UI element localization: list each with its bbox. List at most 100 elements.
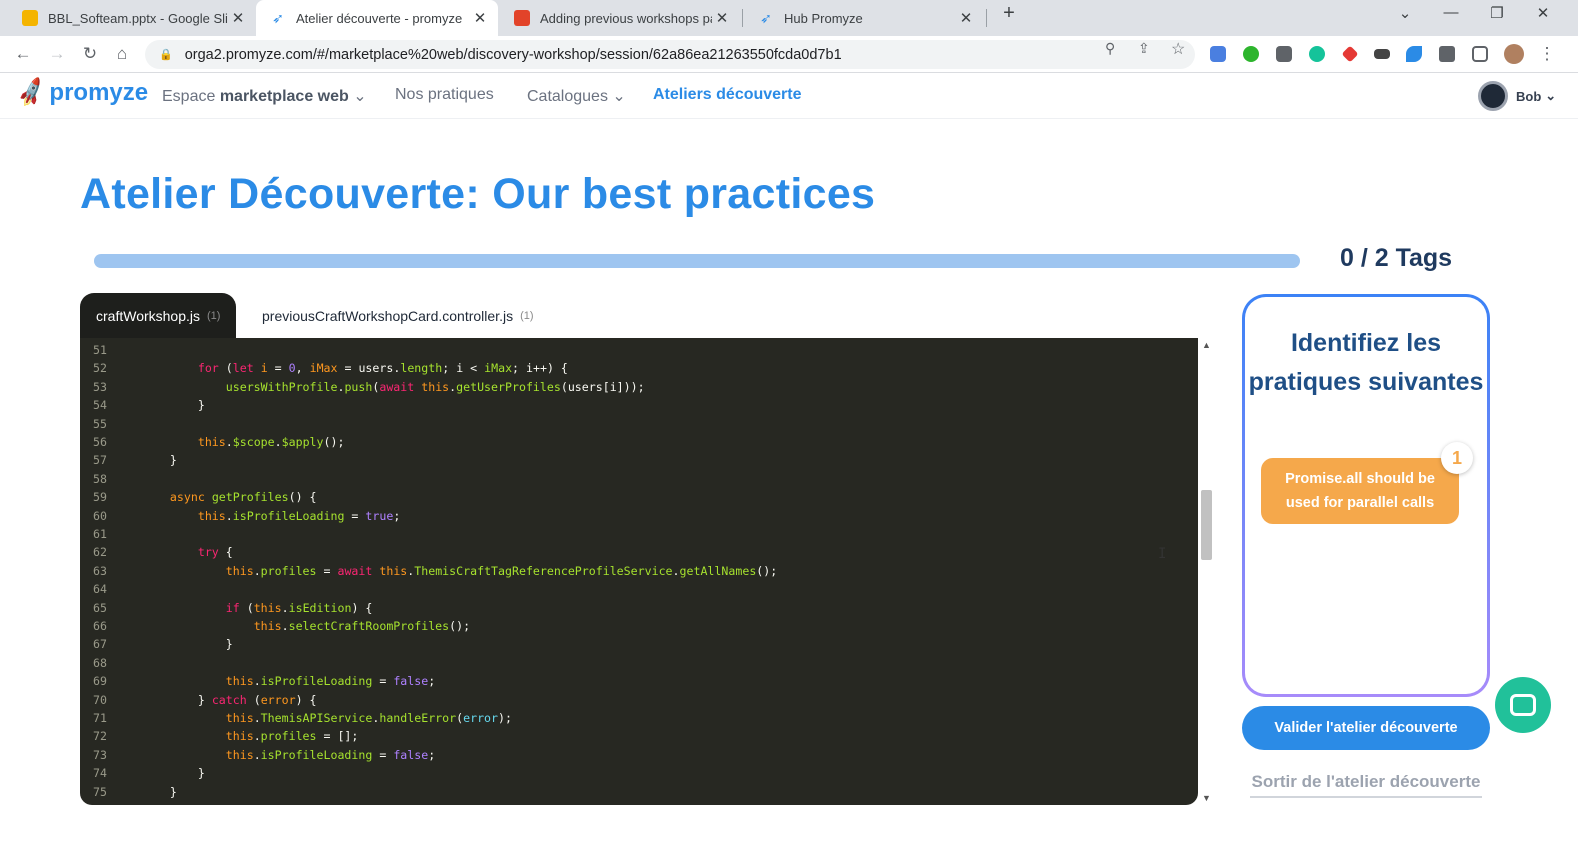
- file-tab-previous-card[interactable]: previousCraftWorkshopCard.controller.js …: [246, 293, 550, 339]
- maximize-button[interactable]: ❐: [1482, 4, 1512, 22]
- translate-extension-icon[interactable]: [1210, 46, 1226, 62]
- promyze-logo[interactable]: 🚀 promyze: [14, 76, 149, 109]
- promyze-rocket-icon: ➶: [272, 9, 284, 26]
- forward-button[interactable]: →: [44, 42, 70, 66]
- code-line: 55: [80, 415, 1198, 433]
- side-panel-icon[interactable]: [1472, 46, 1488, 62]
- page-title: Atelier Découverte: Our best practices: [80, 170, 876, 218]
- tab-separator: [986, 9, 987, 27]
- code-line: 54 }: [80, 396, 1198, 414]
- line-number: 51: [93, 343, 107, 357]
- logo-text: promyze: [49, 79, 149, 106]
- reload-button[interactable]: ↻: [77, 42, 103, 66]
- code-text: try {: [197, 545, 233, 560]
- line-number: 65: [93, 600, 107, 615]
- chat-launcher-button[interactable]: [1495, 677, 1551, 733]
- browser-tab-strip: BBL_Softeam.pptx - Google Slides ✕ ➶ Ate…: [0, 0, 1578, 36]
- line-number: 55: [93, 416, 107, 431]
- extension-w-icon[interactable]: [1374, 49, 1390, 59]
- line-number: 54: [93, 398, 107, 413]
- home-button[interactable]: ⌂: [109, 42, 135, 66]
- code-text: this.$scope.$apply();: [197, 435, 345, 449]
- code-line: 61: [80, 525, 1198, 543]
- code-text: }: [142, 453, 177, 468]
- browser-tab-gitlab[interactable]: Adding previous workshops page ✕: [500, 2, 740, 34]
- back-button[interactable]: ←: [10, 42, 36, 66]
- nav-catalogues[interactable]: Catalogues ⌄: [527, 86, 626, 106]
- code-line: 56 this.$scope.$apply();: [80, 433, 1198, 451]
- code-line: 64: [80, 580, 1198, 598]
- code-text: this.isProfileLoading = true;: [197, 508, 401, 523]
- browser-tab-atelier[interactable]: ➶ Atelier découverte - promyze ✕: [256, 0, 498, 36]
- code-text: }: [142, 637, 233, 652]
- tab-title: Atelier découverte - promyze: [296, 10, 463, 26]
- practice-chip[interactable]: Promise.all should be used for parallel …: [1261, 458, 1459, 524]
- extension-red-icon[interactable]: [1341, 45, 1359, 63]
- code-line: 51: [80, 341, 1198, 359]
- tab-title: Adding previous workshops page: [540, 10, 712, 26]
- browser-menu-icon[interactable]: ⋮: [1534, 42, 1560, 66]
- browser-tab-hub[interactable]: ➶ Hub Promyze ✕: [744, 2, 984, 34]
- url-input[interactable]: 🔒 orga2.promyze.com/#/marketplace%20web/…: [145, 40, 1195, 69]
- promyze-rocket-icon: ➶: [760, 9, 772, 26]
- file-tab-craftworkshop[interactable]: craftWorkshop.js (1): [80, 293, 237, 339]
- minimize-button[interactable]: —: [1436, 4, 1466, 21]
- code-text: for (let i = 0, iMax = users.length; i <…: [197, 361, 568, 376]
- avatar: [1478, 81, 1508, 111]
- code-line: 57 }: [80, 451, 1198, 469]
- code-line: 73 this.isProfileLoading = false;: [80, 746, 1198, 764]
- profile-avatar-icon[interactable]: [1504, 44, 1524, 64]
- line-number: 61: [93, 527, 107, 541]
- new-tab-button[interactable]: +: [994, 2, 1024, 25]
- close-tab-icon[interactable]: ✕: [228, 9, 248, 27]
- scroll-up-arrow-icon[interactable]: ▲: [1202, 340, 1211, 350]
- close-tab-icon[interactable]: ✕: [712, 9, 732, 27]
- share-icon[interactable]: ⇪: [1138, 40, 1150, 57]
- line-number: 67: [93, 637, 107, 652]
- close-tab-icon[interactable]: ✕: [956, 9, 976, 27]
- file-tab-count: (1): [207, 310, 221, 322]
- close-tab-icon[interactable]: ✕: [470, 9, 490, 27]
- validate-workshop-button[interactable]: Valider l'atelier découverte: [1242, 706, 1490, 750]
- code-line: 60 this.isProfileLoading = true;: [80, 507, 1198, 525]
- code-text: this.selectCraftRoomProfiles();: [253, 619, 471, 633]
- tab-search-icon[interactable]: ⌄: [1390, 4, 1420, 22]
- code-line: 63 this.profiles = await this.ThemisCraf…: [80, 562, 1198, 580]
- code-line: 59 async getProfiles() {: [80, 488, 1198, 506]
- nav-nos-pratiques[interactable]: Nos pratiques: [395, 86, 494, 104]
- user-name: Bob: [1516, 88, 1542, 104]
- editor-scrollbar[interactable]: ▲ ▼: [1198, 338, 1215, 805]
- space-selector[interactable]: Espace marketplace web ⌄: [162, 86, 367, 106]
- tag-count: 0 / 2 Tags: [1340, 244, 1453, 272]
- user-menu[interactable]: Bob ⌄: [1478, 81, 1556, 111]
- scrollbar-thumb[interactable]: [1201, 490, 1212, 560]
- bookmark-star-icon[interactable]: ☆: [1171, 39, 1185, 59]
- line-number: 56: [93, 435, 107, 449]
- google-slides-icon: [22, 10, 38, 26]
- line-number: 53: [93, 379, 107, 394]
- code-text: }: [142, 398, 205, 413]
- code-editor[interactable]: 51 52 for (let i = 0, iMax = users.length…: [80, 338, 1198, 805]
- extensions-puzzle-icon[interactable]: [1439, 46, 1455, 62]
- exit-workshop-link[interactable]: Sortir de l'atelier découverte: [1250, 772, 1482, 798]
- zoom-icon[interactable]: ⚲: [1105, 40, 1115, 57]
- grammarly-icon[interactable]: [1309, 46, 1325, 62]
- code-line: 69 this.isProfileLoading = false;: [80, 672, 1198, 690]
- lock-icon: 🔒: [159, 49, 173, 61]
- code-line: 68: [80, 654, 1198, 672]
- code-line: 52 for (let i = 0, iMax = users.length; …: [80, 359, 1198, 377]
- code-line: 71 this.ThemisAPIService.handleError(err…: [80, 709, 1198, 727]
- close-window-button[interactable]: ✕: [1528, 4, 1558, 22]
- extension-gray-icon[interactable]: [1276, 46, 1292, 62]
- promyze-extension-icon[interactable]: [1406, 46, 1422, 62]
- file-tab-count: (1): [520, 310, 534, 322]
- space-prefix: Espace: [162, 88, 216, 105]
- line-number: 52: [93, 361, 107, 376]
- code-text: }: [142, 766, 205, 781]
- rocket-icon: 🚀: [14, 76, 49, 109]
- extension-green-icon[interactable]: [1243, 46, 1259, 62]
- code-line: 70 } catch (error) {: [80, 691, 1198, 709]
- scroll-down-arrow-icon[interactable]: ▼: [1202, 793, 1211, 803]
- nav-ateliers-decouverte[interactable]: Ateliers découverte: [653, 86, 802, 104]
- browser-tab-slides[interactable]: BBL_Softeam.pptx - Google Slides ✕: [8, 2, 256, 34]
